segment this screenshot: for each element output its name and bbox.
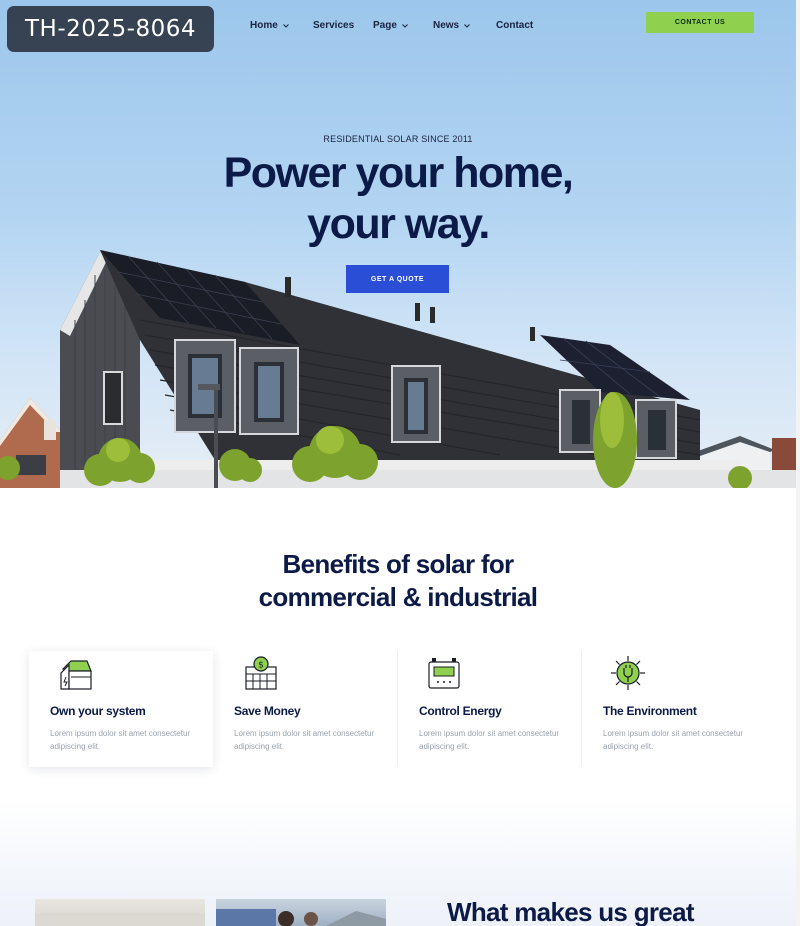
nav-item-label: News [433, 20, 460, 31]
scrollbar-track[interactable] [796, 0, 800, 926]
id-badge: TH-2025-8064 [7, 6, 214, 52]
nav-item-label: Contact [496, 20, 534, 31]
energy-meter-icon [428, 658, 460, 689]
chevron-down-icon [402, 23, 408, 28]
card-title: The Environment [603, 704, 697, 718]
installer-photo-image [216, 899, 386, 926]
benefits-title-line1: Benefits of solar for [282, 549, 515, 579]
hero-eyebrow: RESIDENTIAL SOLAR SINCE 2011 [323, 134, 473, 144]
team-photo-image [35, 899, 205, 926]
benefit-cards: Own your system Lorem ipsum dolor sit am… [29, 651, 765, 767]
eco-plug-icon [611, 656, 645, 690]
chevron-down-icon [282, 23, 289, 28]
card-text: Lorem ipsum dolor sit amet consectetur a… [603, 729, 744, 751]
benefit-card-own-system[interactable]: Own your system Lorem ipsum dolor sit am… [29, 651, 213, 767]
get-a-quote-button[interactable]: GET A QUOTE [346, 265, 449, 293]
card-text: Lorem ipsum dolor sit amet consectetur a… [234, 729, 375, 751]
nav-item-label: Page [373, 20, 397, 31]
why-us-title: What makes us great [447, 897, 694, 926]
hero-headline: Power your home, your way. [0, 148, 796, 250]
hero-headline-line1: Power your home, [223, 149, 574, 197]
solar-house-icon [60, 660, 92, 690]
contact-us-button[interactable]: CONTACT US [646, 12, 754, 33]
benefits-title: Benefits of solar for commercial & indus… [0, 548, 796, 614]
nav-item-label: Services [313, 20, 355, 31]
nav-item-services[interactable]: Services [313, 20, 354, 31]
card-text: Lorem ipsum dolor sit amet consectetur a… [419, 729, 560, 751]
benefit-card-control-energy[interactable]: Control Energy Lorem ipsum dolor sit ame… [397, 651, 581, 767]
nav-item-label: Home [250, 20, 278, 31]
money-grid-icon: $ [245, 656, 277, 690]
nav-item-news[interactable]: News [433, 20, 471, 31]
benefit-card-save-money[interactable]: $ Save Money Lorem ipsum dolor sit amet … [213, 651, 397, 767]
card-title: Control Energy [419, 704, 502, 718]
benefit-card-environment[interactable]: The Environment Lorem ipsum dolor sit am… [581, 651, 765, 767]
nav-item-page[interactable]: Page [373, 20, 409, 31]
card-title: Own your system [50, 704, 146, 718]
nav-item-home[interactable]: Home [250, 20, 290, 31]
nav-item-contact[interactable]: Contact [496, 20, 533, 31]
card-title: Save Money [234, 704, 301, 718]
chevron-down-icon [464, 23, 470, 28]
hero-headline-line2: your way. [307, 200, 490, 248]
card-text: Lorem ipsum dolor sit amet consectetur a… [50, 729, 191, 751]
benefits-title-line2: commercial & industrial [258, 582, 538, 612]
svg-text:$: $ [258, 661, 264, 671]
